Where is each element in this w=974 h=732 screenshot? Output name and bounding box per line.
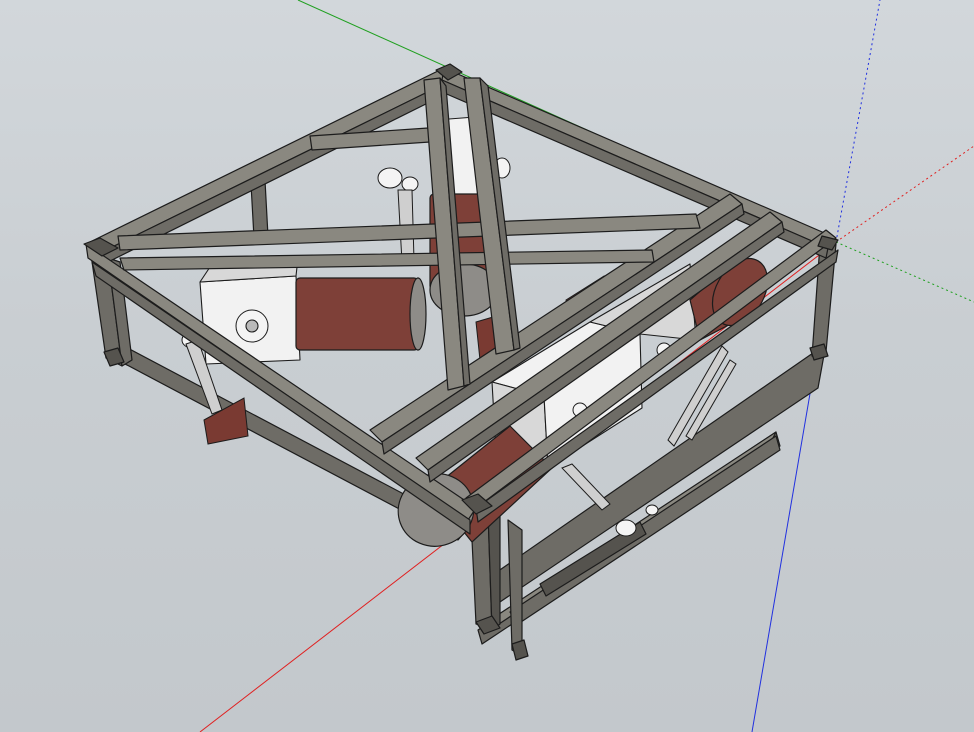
modeling-viewport[interactable]	[0, 0, 974, 732]
servo-back-center-hub[interactable]	[401, 176, 419, 192]
3d-model-scene[interactable]	[0, 0, 974, 732]
housing-left-bolt-inner	[245, 319, 259, 333]
y-axis-dotted	[835, 241, 974, 303]
x-axis-dotted	[835, 145, 974, 243]
motor-left-body[interactable]	[295, 277, 419, 351]
servo-front-hub[interactable]	[615, 519, 637, 537]
joint-bottom-front-b[interactable]	[511, 639, 529, 661]
servo-front-hub-b[interactable]	[645, 504, 659, 516]
motor-left-endcap[interactable]	[409, 277, 427, 351]
z-axis-dotted	[835, 0, 881, 243]
servo-back-left-hub[interactable]	[377, 167, 403, 189]
post-front-c[interactable]	[507, 519, 523, 657]
crossbar-mid[interactable]	[119, 249, 655, 271]
link-rod-a[interactable]	[561, 463, 611, 511]
